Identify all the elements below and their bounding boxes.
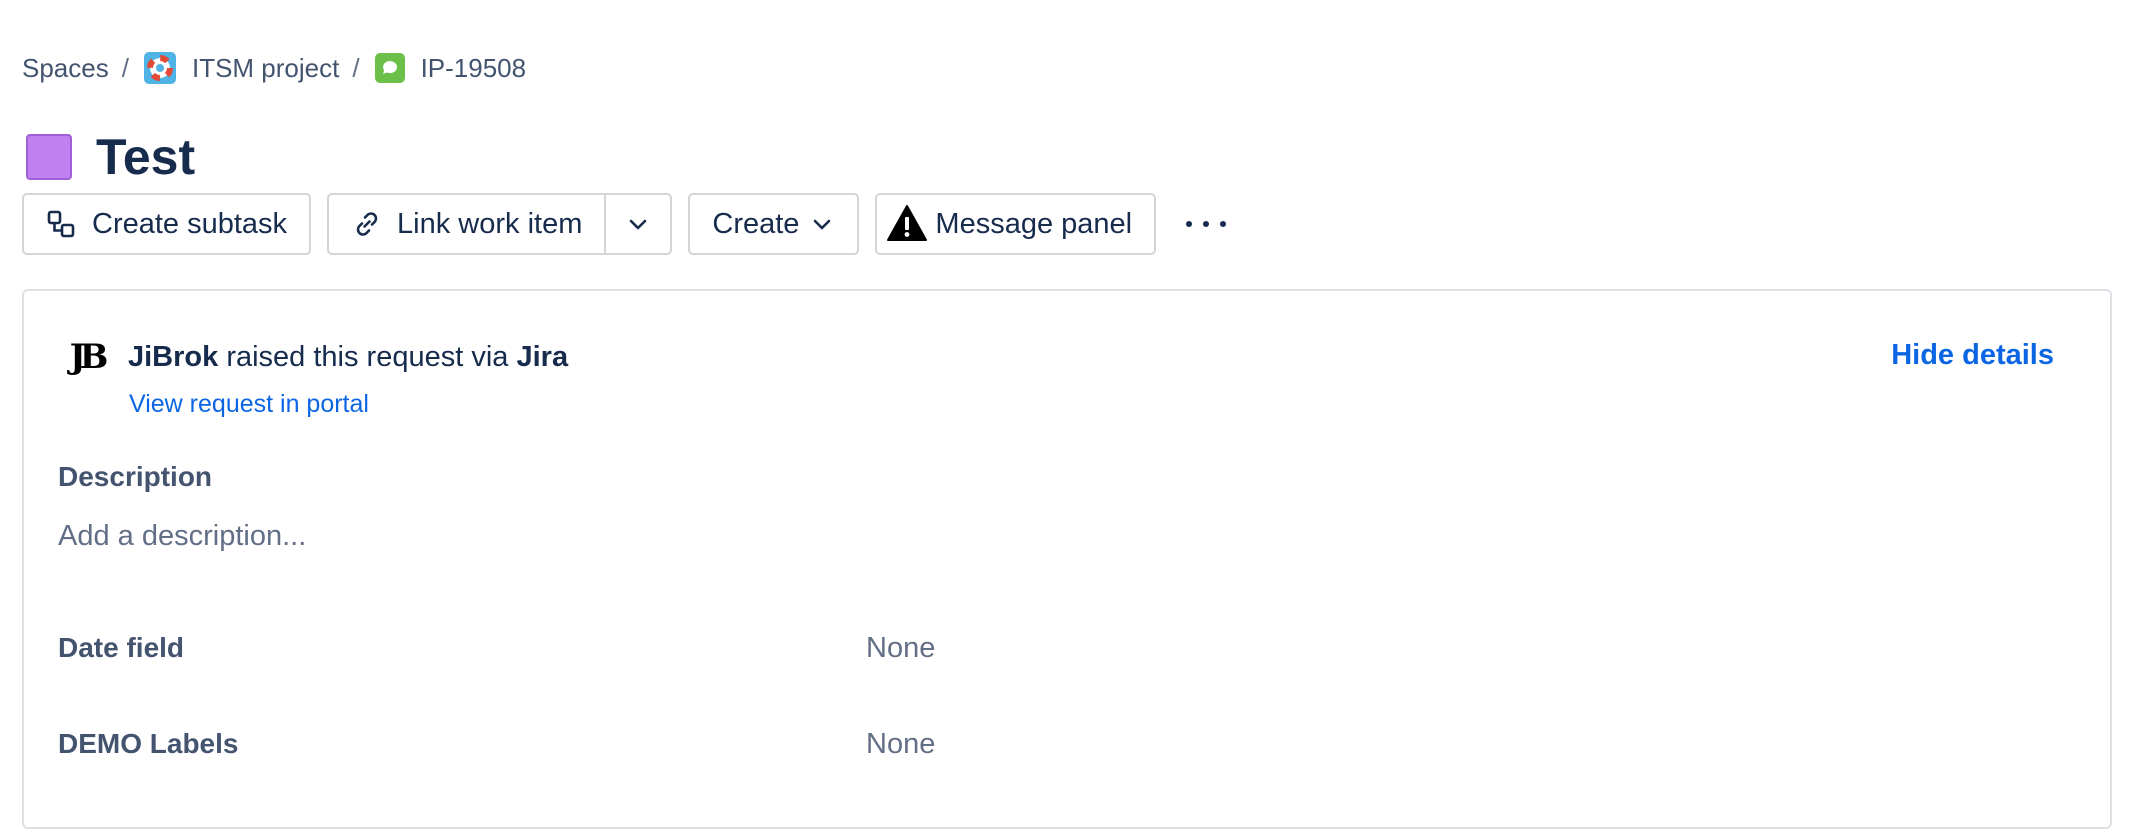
link-options-dropdown-button[interactable] — [604, 195, 670, 253]
link-work-item-label: Link work item — [397, 207, 583, 240]
chevron-down-icon — [630, 219, 647, 230]
view-request-in-portal-link[interactable]: View request in portal — [129, 390, 369, 419]
breadcrumb-separator: / — [352, 52, 360, 83]
create-label: Create — [712, 207, 800, 240]
chevron-down-icon — [814, 219, 831, 230]
link-work-item-button[interactable]: Link work item — [329, 195, 604, 253]
raised-request-text: JiBrok raised this request via Jira — [128, 341, 568, 374]
demo-labels-label: DEMO Labels — [58, 728, 239, 759]
lifebuoy-icon — [143, 52, 176, 84]
more-dot-icon — [1220, 221, 1227, 227]
date-field-value[interactable]: None — [866, 632, 935, 665]
breadcrumb-separator: / — [121, 52, 129, 83]
create-subtask-label: Create subtask — [92, 207, 288, 240]
raised-request-line: JB JiBrok raised this request via Jira — [64, 335, 569, 379]
more-dot-icon — [1203, 221, 1210, 227]
subtask-icon — [47, 210, 75, 238]
date-field-label: Date field — [58, 632, 185, 663]
reporter-name[interactable]: JiBrok — [128, 341, 218, 373]
request-channel: Jira — [516, 340, 569, 373]
message-panel-button[interactable]: Message panel — [875, 193, 1157, 255]
message-panel-label: Message panel — [935, 207, 1133, 240]
create-subtask-button[interactable]: Create subtask — [22, 193, 312, 255]
breadcrumb-issue-key[interactable]: IP-19508 — [421, 53, 527, 84]
breadcrumb: Spaces / ITSM project / IP-19508 — [22, 50, 526, 86]
warning-icon — [887, 205, 928, 241]
breadcrumb-project[interactable]: ITSM project — [192, 53, 339, 84]
jibrok-avatar-icon: JB — [69, 337, 109, 377]
title-row: Test — [26, 128, 195, 186]
issue-type-icon[interactable] — [26, 134, 72, 180]
create-button[interactable]: Create — [688, 193, 860, 255]
link-icon — [356, 212, 378, 236]
demo-labels-value[interactable]: None — [866, 728, 935, 761]
toolbar: Create subtask Link work item Create Mes… — [22, 193, 1227, 255]
page-title[interactable]: Test — [96, 128, 195, 186]
more-dot-icon — [1186, 221, 1193, 227]
link-work-item-group: Link work item — [327, 193, 673, 255]
description-field[interactable]: Add a description... — [58, 520, 306, 553]
request-details-panel: JB JiBrok raised this request via Jira V… — [22, 289, 2112, 829]
breadcrumb-spaces[interactable]: Spaces — [22, 53, 109, 84]
more-actions-button[interactable] — [1186, 204, 1227, 244]
hide-details-link[interactable]: Hide details — [1891, 339, 2054, 372]
description-label: Description — [58, 461, 213, 492]
raised-via-text: raised this request via — [226, 340, 509, 373]
speech-bubble-icon — [374, 53, 405, 83]
